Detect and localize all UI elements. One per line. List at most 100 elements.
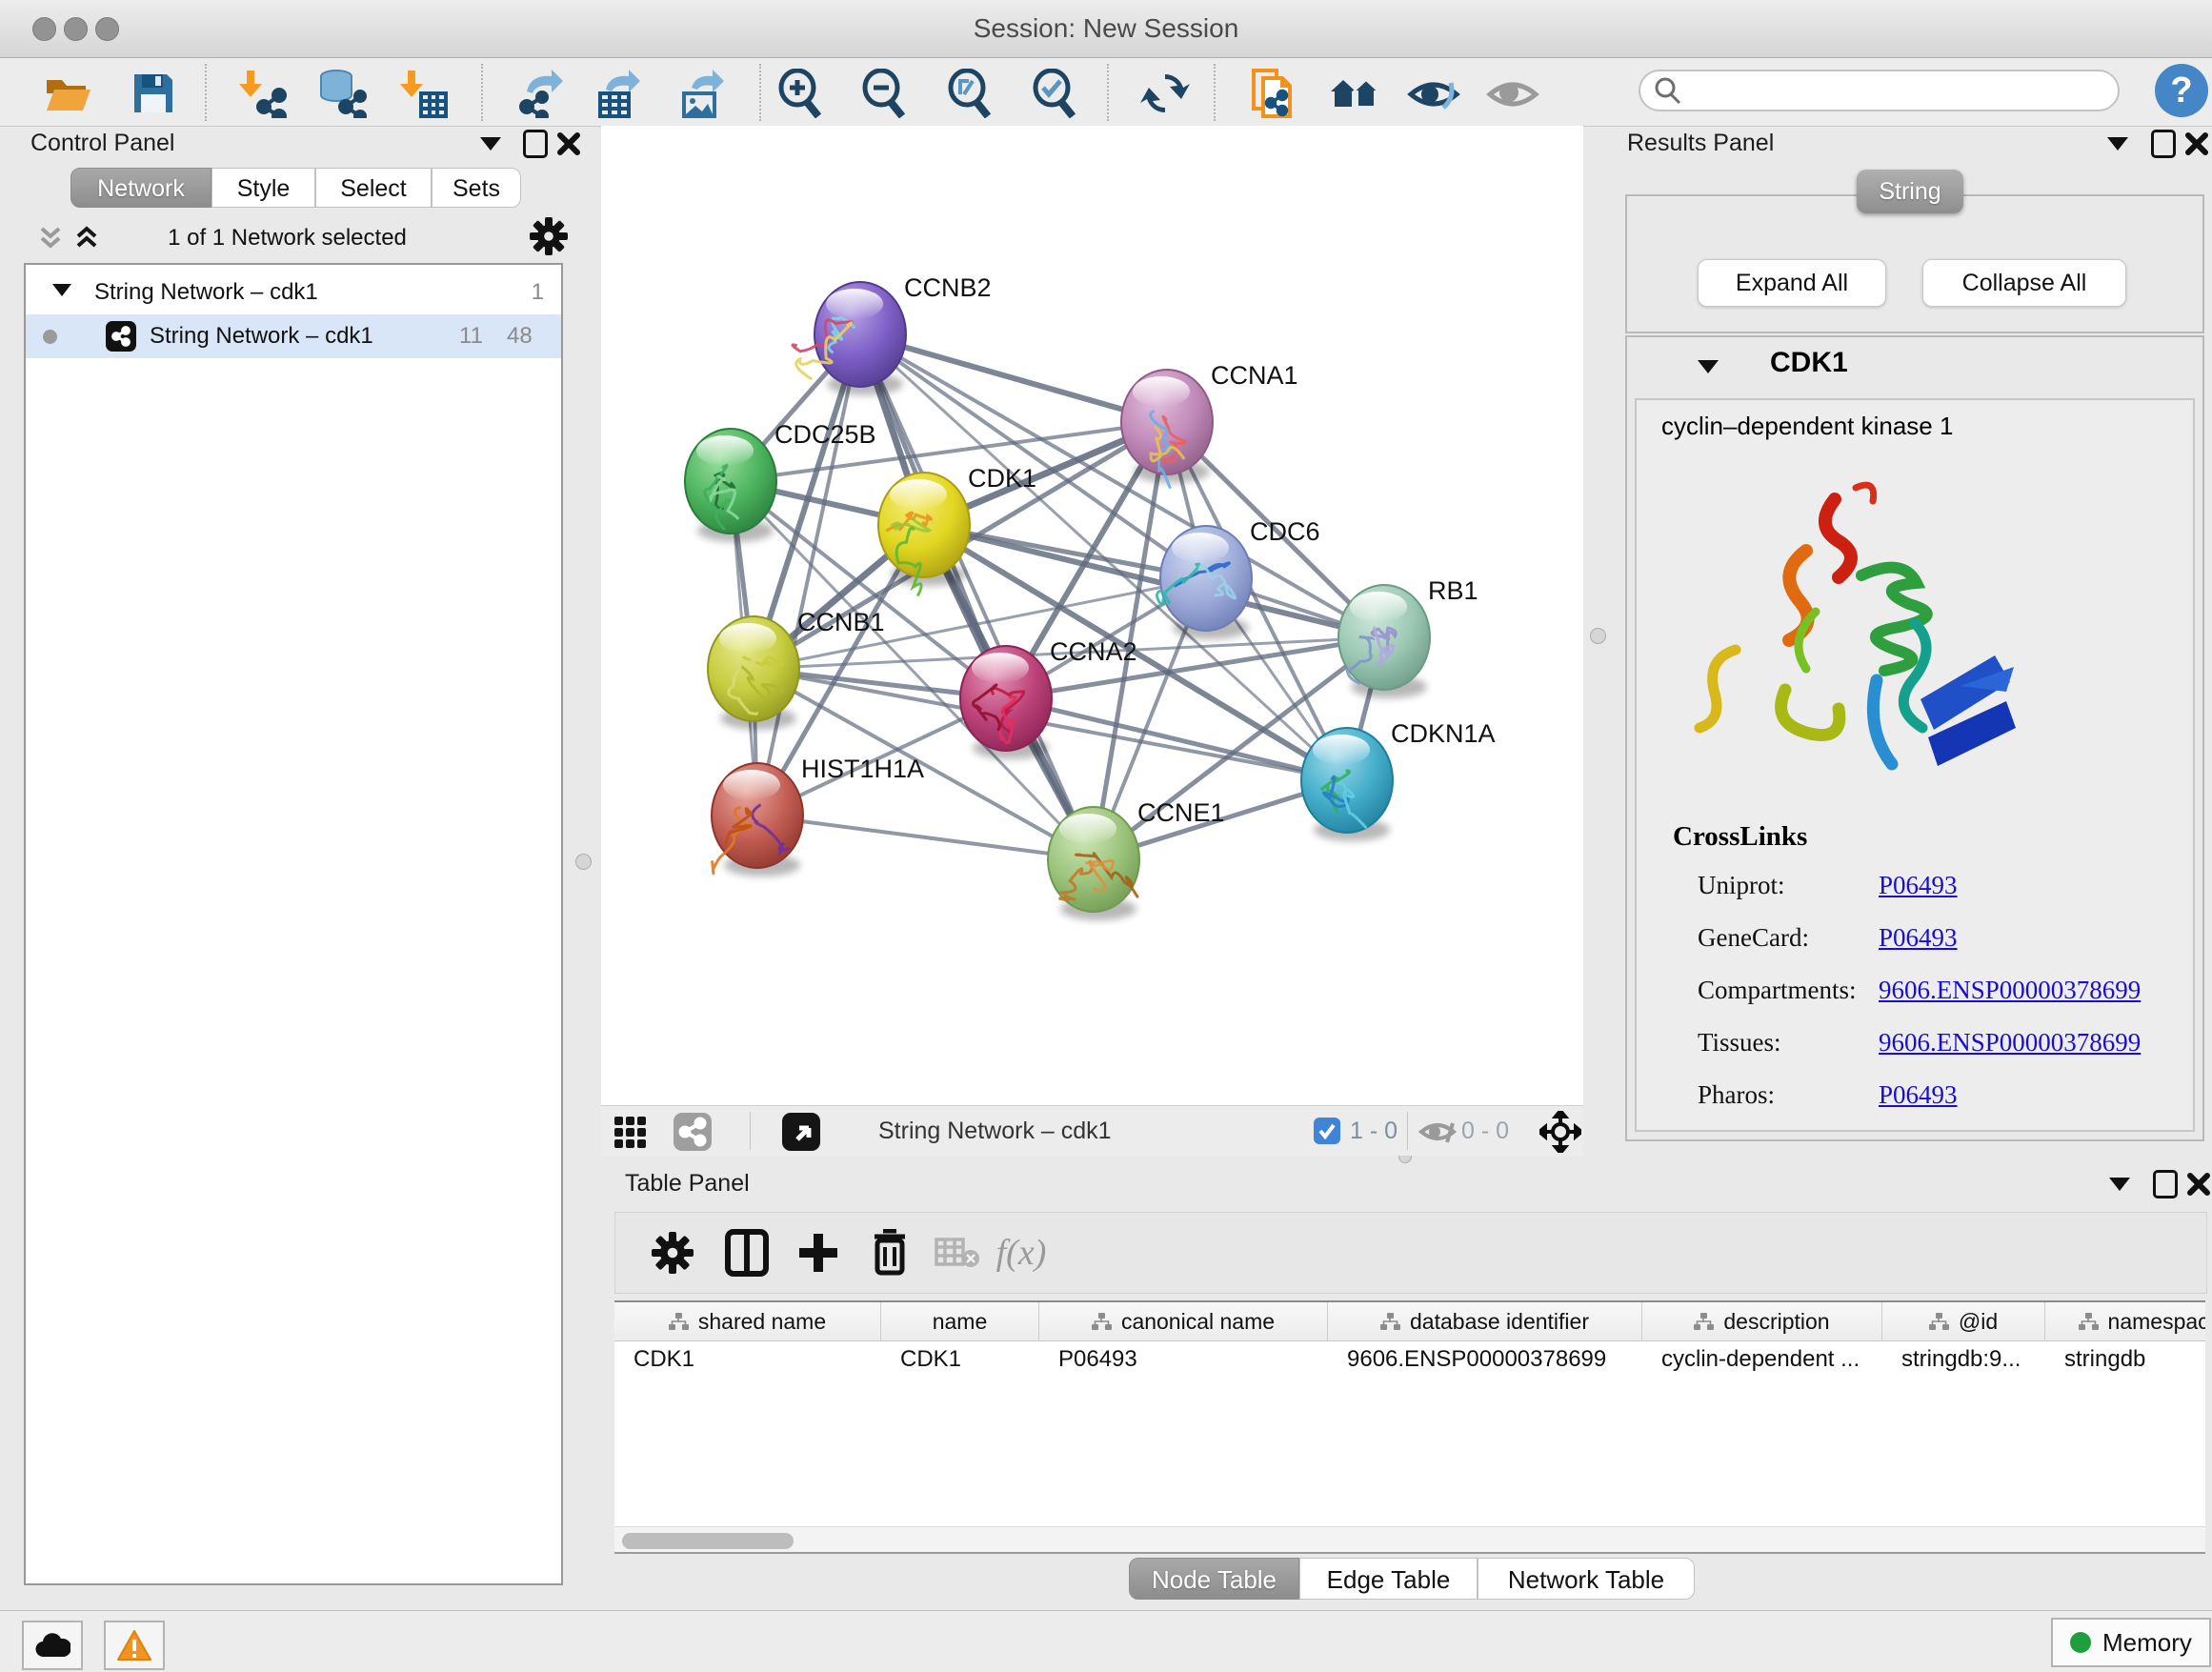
table-header-row[interactable]: shared namenamecanonical namedatabase id… <box>614 1302 2205 1341</box>
tab-select[interactable]: Select <box>315 168 432 208</box>
network-options-gear-icon[interactable] <box>530 217 568 255</box>
tab-string[interactable]: String <box>1857 170 1963 213</box>
network-node-rb1[interactable]: RB1 <box>1338 576 1478 698</box>
column-header-description[interactable]: description <box>1642 1302 1882 1340</box>
open-file-icon[interactable] <box>40 66 95 121</box>
network-edge[interactable] <box>757 816 1094 859</box>
open-in-window-icon[interactable] <box>780 1111 822 1153</box>
import-network-icon[interactable] <box>234 66 290 121</box>
search-input[interactable] <box>1682 76 2096 105</box>
tab-network[interactable]: Network <box>70 168 211 208</box>
column-header-canonical-name[interactable]: canonical name <box>1039 1302 1328 1340</box>
panel-close-icon[interactable] <box>2186 1172 2211 1197</box>
expand-all-button[interactable]: Expand All <box>1698 259 1886 307</box>
string-app-icon[interactable] <box>672 1111 714 1153</box>
crosslink-value-link[interactable]: P06493 <box>1879 923 1958 953</box>
column-header-database-identifier[interactable]: database identifier <box>1328 1302 1642 1340</box>
panel-float-icon[interactable] <box>2151 130 2176 158</box>
network-node-cdc25b[interactable]: CDC25B <box>685 420 876 542</box>
search-field[interactable] <box>1639 70 2120 111</box>
crosslink-label: GeneCard: <box>1698 923 1879 953</box>
node-label: RB1 <box>1428 576 1478 605</box>
hidden-eye-icon[interactable] <box>1417 1111 1458 1153</box>
protein-name: CDK1 <box>1770 347 1848 379</box>
crosslink-value-link[interactable]: P06493 <box>1879 871 1958 900</box>
zoom-in-icon[interactable] <box>773 66 828 121</box>
collapse-all-button[interactable]: Collapse All <box>1922 259 2126 307</box>
network-node-ccna1[interactable]: CCNA1 <box>1121 361 1298 489</box>
export-table-icon[interactable] <box>590 66 645 121</box>
show-panel-eye-icon[interactable] <box>1485 66 1540 121</box>
delete-table-icon[interactable] <box>931 1226 984 1279</box>
tab-sets[interactable]: Sets <box>432 168 521 208</box>
clone-network-icon[interactable] <box>1243 66 1298 121</box>
collection-expand-icon[interactable] <box>52 284 71 296</box>
network-collection-row[interactable]: String Network – cdk1 1 <box>26 271 561 314</box>
panel-close-icon[interactable] <box>2184 131 2209 156</box>
column-header-name[interactable]: name <box>881 1302 1039 1340</box>
help-button[interactable]: ? <box>2155 64 2208 117</box>
toolbar-separator <box>205 64 207 121</box>
split-columns-icon[interactable] <box>720 1226 774 1279</box>
add-column-icon[interactable] <box>792 1226 845 1279</box>
table-options-gear-icon[interactable] <box>646 1226 699 1279</box>
panel-menu-icon[interactable] <box>480 137 501 151</box>
refresh-icon[interactable] <box>1137 66 1193 121</box>
network-edge[interactable] <box>1006 698 1347 780</box>
panel-close-icon[interactable] <box>556 131 581 156</box>
right-splitter-handle[interactable] <box>1590 628 1606 644</box>
network-row-selected[interactable]: String Network – cdk1 11 48 <box>26 314 561 358</box>
panel-menu-icon[interactable] <box>2109 1178 2130 1191</box>
network-node-ccna2[interactable]: CCNA2 <box>960 637 1137 759</box>
panel-float-icon[interactable] <box>523 130 548 158</box>
hide-panel-eye-icon[interactable] <box>1406 66 1461 121</box>
warnings-button[interactable] <box>104 1621 165 1670</box>
function-builder-icon[interactable]: f(x) <box>995 1226 1048 1279</box>
network-node-cdc6[interactable]: CDC6 <box>1156 517 1319 639</box>
export-image-icon[interactable] <box>674 66 729 121</box>
crosslink-value-link[interactable]: P06493 <box>1879 1080 1958 1110</box>
table-horizontal-scrollbar[interactable] <box>614 1526 2205 1554</box>
network-node-hist1h1a[interactable]: HIST1H1A <box>712 755 924 876</box>
grid-view-icon[interactable] <box>609 1111 651 1153</box>
pan-crosshair-icon[interactable] <box>1539 1111 1581 1153</box>
import-table-icon[interactable] <box>395 66 451 121</box>
table-toolbar: f(x) <box>614 1212 2207 1294</box>
toolbar-separator <box>1107 64 1109 121</box>
houses-icon[interactable] <box>1327 66 1382 121</box>
scrollbar-thumb[interactable] <box>622 1533 794 1549</box>
zoom-fit-icon[interactable] <box>942 66 997 121</box>
tab-network-table[interactable]: Network Table <box>1478 1558 1695 1600</box>
save-session-icon[interactable] <box>126 66 181 121</box>
protein-collapse-icon[interactable] <box>1698 360 1719 373</box>
left-splitter-handle[interactable] <box>575 854 592 870</box>
selected-checkbox-icon[interactable] <box>1314 1118 1340 1144</box>
column-header--id[interactable]: @id <box>1882 1302 2045 1340</box>
column-header-shared-name[interactable]: shared name <box>614 1302 881 1340</box>
zoom-out-icon[interactable] <box>856 66 912 121</box>
import-database-icon[interactable] <box>313 66 369 121</box>
network-edge[interactable] <box>757 334 860 816</box>
table-bottom-border <box>614 1552 2205 1554</box>
network-selected-status: 1 of 1 Network selected <box>11 225 563 252</box>
zoom-selected-icon[interactable] <box>1027 66 1082 121</box>
node-label: CCNA2 <box>1050 637 1137 666</box>
panel-menu-icon[interactable] <box>2107 137 2128 151</box>
export-network-icon[interactable] <box>511 66 566 121</box>
tab-edge-table[interactable]: Edge Table <box>1299 1558 1478 1600</box>
cloud-button[interactable] <box>22 1621 83 1670</box>
column-header-namespace[interactable]: namespace <box>2045 1302 2205 1340</box>
panel-float-icon[interactable] <box>2153 1170 2178 1199</box>
tab-style[interactable]: Style <box>211 168 315 208</box>
delete-column-icon[interactable] <box>863 1226 916 1279</box>
crosslink-value-link[interactable]: 9606.ENSP00000378699 <box>1879 1028 2141 1058</box>
network-list: String Network – cdk1 1 String Network –… <box>24 263 563 1585</box>
table-row[interactable]: CDK1CDK1P064939606.ENSP00000378699cyclin… <box>614 1341 2205 1378</box>
crosslink-value-link[interactable]: 9606.ENSP00000378699 <box>1879 976 2141 1005</box>
network-node-ccne1[interactable]: CCNE1 <box>1048 798 1225 920</box>
network-view-canvas[interactable]: CCNB2CCNA1CDC25BCDK1CDC6RB1CCNB1CCNA2CDK… <box>601 126 1583 1105</box>
memory-button[interactable]: Memory <box>2051 1618 2211 1667</box>
network-node-cdkn1a[interactable]: CDKN1A <box>1301 719 1496 841</box>
tab-node-table[interactable]: Node Table <box>1129 1558 1299 1600</box>
crosslink-label: Compartments: <box>1698 976 1879 1005</box>
